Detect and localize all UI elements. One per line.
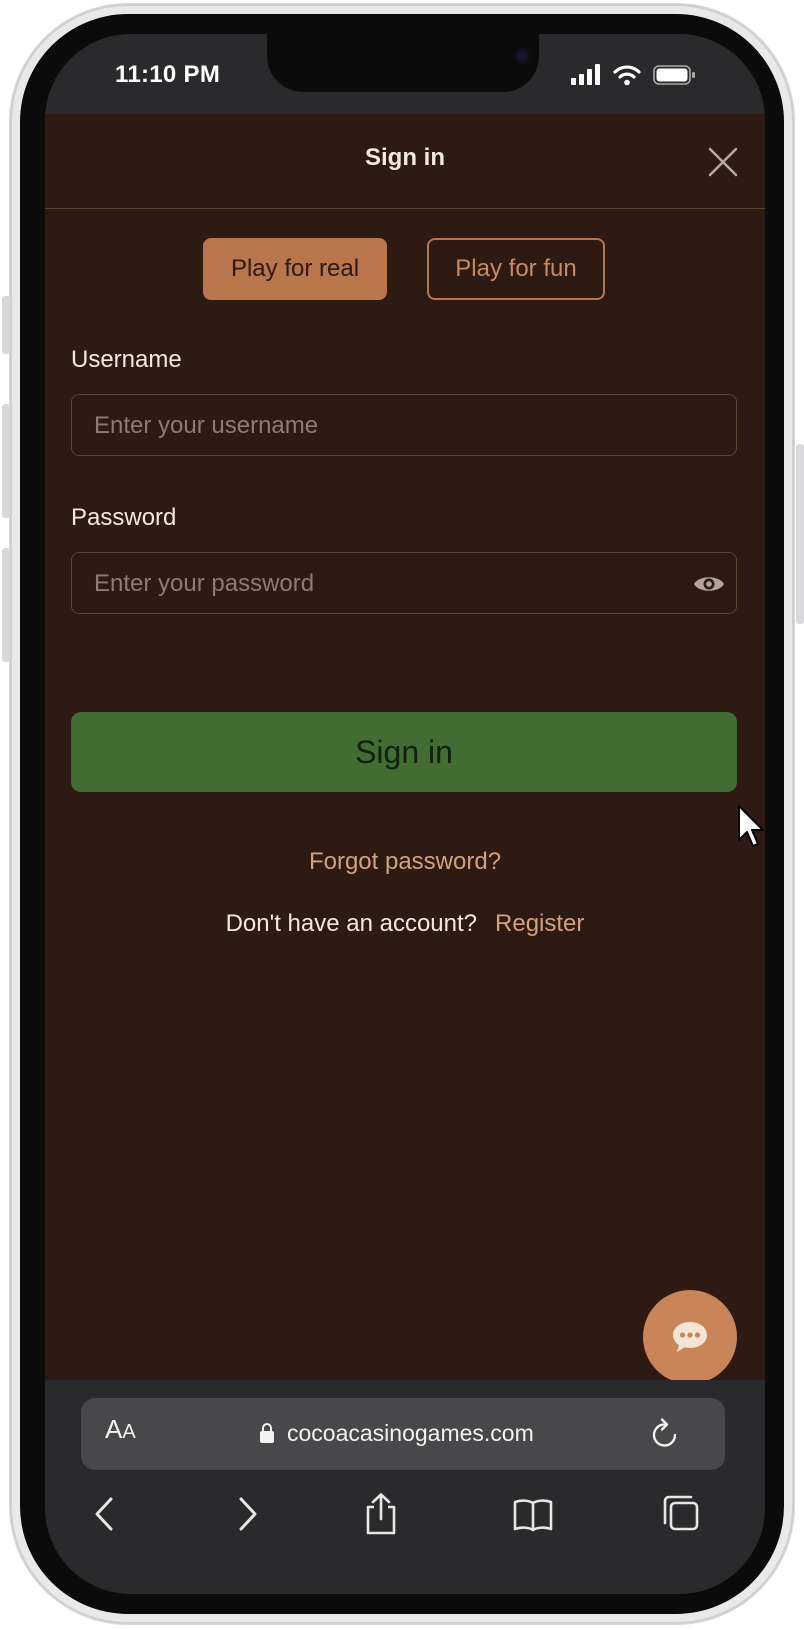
url-text: cocoacasinogames.com (287, 1420, 534, 1446)
sign-in-button[interactable]: Sign in (71, 712, 737, 792)
status-time: 11:10 PM (115, 61, 221, 88)
close-button[interactable] (705, 144, 741, 180)
mouse-cursor-icon (738, 805, 764, 847)
forward-icon (239, 1497, 257, 1531)
phone-screen: 11:10 PM Sign in Play for real Play for … (45, 34, 765, 1594)
play-for-real-button[interactable]: Play for real (203, 238, 387, 300)
notch (267, 34, 539, 92)
camera-icon (514, 48, 530, 64)
tabs-icon (663, 1495, 699, 1531)
modal-title: Sign in (365, 144, 445, 171)
lock-icon (260, 1423, 274, 1443)
address-bar[interactable]: AA cocoacasinogames.com (81, 1398, 725, 1470)
register-link[interactable]: Register (495, 910, 584, 937)
register-row: Don't have an account? Register (45, 910, 765, 938)
show-password-toggle[interactable] (692, 570, 726, 598)
power-button (796, 444, 804, 624)
password-field-box (71, 552, 737, 615)
chat-button[interactable] (643, 1290, 737, 1384)
password-input[interactable] (92, 553, 656, 615)
close-icon (708, 147, 738, 177)
bookmarks-button[interactable] (511, 1492, 555, 1536)
browser-chrome: AA cocoacasinogames.com (45, 1380, 765, 1594)
chat-bubble-icon (673, 1322, 707, 1352)
username-field-box (71, 394, 737, 457)
reload-button[interactable] (649, 1416, 681, 1450)
play-for-fun-button[interactable]: Play for fun (427, 238, 605, 300)
status-icons (571, 64, 701, 86)
username-label: Username (71, 346, 182, 373)
battery-icon (653, 65, 695, 85)
bookmarks-icon (513, 1499, 553, 1532)
silent-switch (2, 296, 10, 354)
modal-header: Sign in (45, 114, 765, 209)
back-icon (95, 1497, 113, 1531)
password-label: Password (71, 504, 177, 531)
forgot-password-link[interactable]: Forgot password? (45, 848, 765, 876)
forward-button[interactable] (223, 1492, 267, 1536)
back-button[interactable] (85, 1492, 129, 1536)
wifi-icon (613, 65, 641, 86)
text-size-button[interactable]: AA (105, 1414, 136, 1445)
cellular-signal-icon (571, 64, 600, 85)
share-icon (366, 1493, 396, 1535)
share-button[interactable] (359, 1492, 403, 1536)
tabs-button[interactable] (659, 1492, 703, 1536)
eye-icon (694, 577, 724, 591)
status-bar: 11:10 PM (45, 34, 765, 114)
no-account-text: Don't have an account? (225, 910, 478, 937)
sign-in-modal: Sign in Play for real Play for fun Usern… (45, 114, 765, 1384)
text-size-small: A (122, 1421, 136, 1443)
username-input[interactable] (92, 395, 656, 457)
volume-up-button (2, 404, 10, 518)
text-size-big: A (105, 1414, 123, 1444)
volume-down-button (2, 548, 10, 662)
reload-icon (652, 1418, 677, 1447)
